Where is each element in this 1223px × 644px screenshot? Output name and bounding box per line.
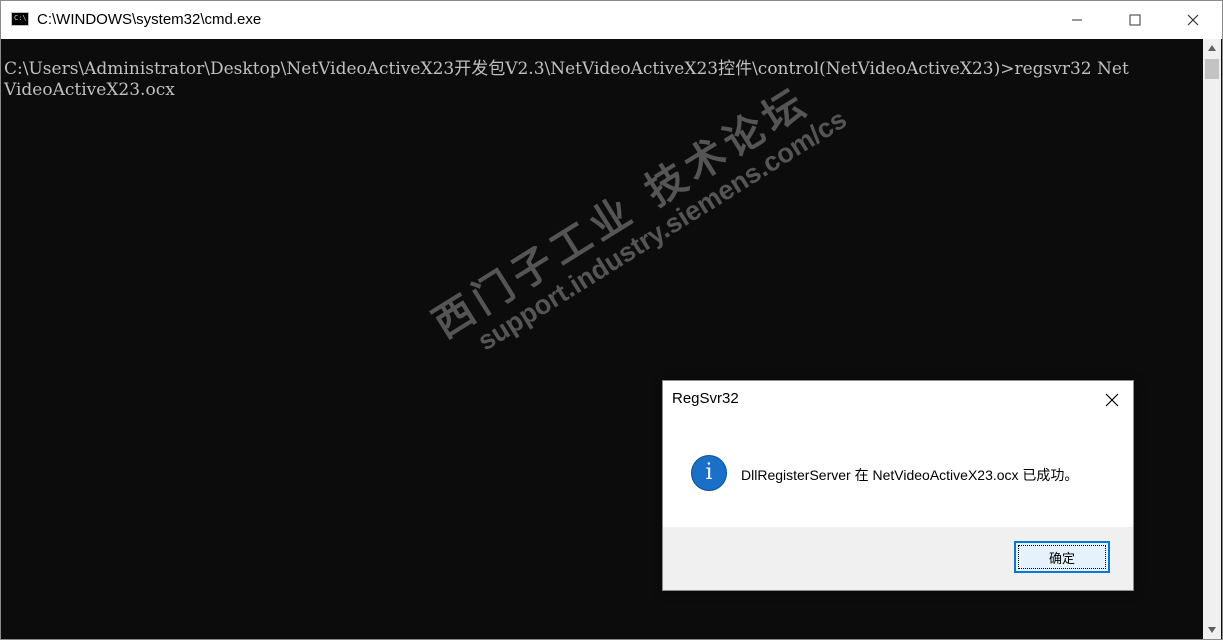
scroll-thumb[interactable]	[1205, 59, 1219, 79]
console-output[interactable]: C:\Users\Administrator\Desktop\NetVideoA…	[4, 59, 1202, 101]
dialog-footer: 确定	[663, 527, 1133, 590]
title-bar[interactable]: C:\. C:\WINDOWS\system32\cmd.exe	[1, 1, 1222, 39]
info-icon: i	[691, 455, 727, 491]
regsvr32-dialog: RegSvr32 i DllRegisterServer 在 NetVideoA…	[662, 380, 1134, 591]
desktop-strip	[0, 640, 1223, 644]
cmd-app-icon: C:\.	[11, 12, 31, 26]
dialog-close-button[interactable]	[1101, 389, 1123, 411]
dialog-body: i DllRegisterServer 在 NetVideoActiveX23.…	[663, 419, 1133, 527]
maximize-icon	[1129, 14, 1141, 26]
maximize-button[interactable]	[1106, 1, 1164, 39]
close-button[interactable]	[1164, 1, 1222, 39]
close-icon	[1105, 393, 1119, 407]
scroll-down-button[interactable]	[1203, 621, 1221, 639]
dialog-message: DllRegisterServer 在 NetVideoActiveX23.oc…	[741, 467, 1079, 483]
window-title: C:\WINDOWS\system32\cmd.exe	[37, 11, 262, 28]
console-line: C:\Users\Administrator\Desktop\NetVideoA…	[4, 59, 1129, 79]
console-line: VideoActiveX23.ocx	[4, 80, 175, 100]
minimize-button[interactable]	[1048, 1, 1106, 39]
ok-button[interactable]: 确定	[1014, 541, 1110, 573]
minimize-icon	[1072, 19, 1082, 21]
chevron-down-icon	[1208, 627, 1216, 633]
chevron-up-icon	[1208, 45, 1216, 51]
close-icon	[1187, 14, 1199, 26]
scroll-up-button[interactable]	[1203, 39, 1221, 57]
dialog-title: RegSvr32	[672, 390, 739, 407]
vertical-scrollbar[interactable]	[1203, 39, 1221, 639]
